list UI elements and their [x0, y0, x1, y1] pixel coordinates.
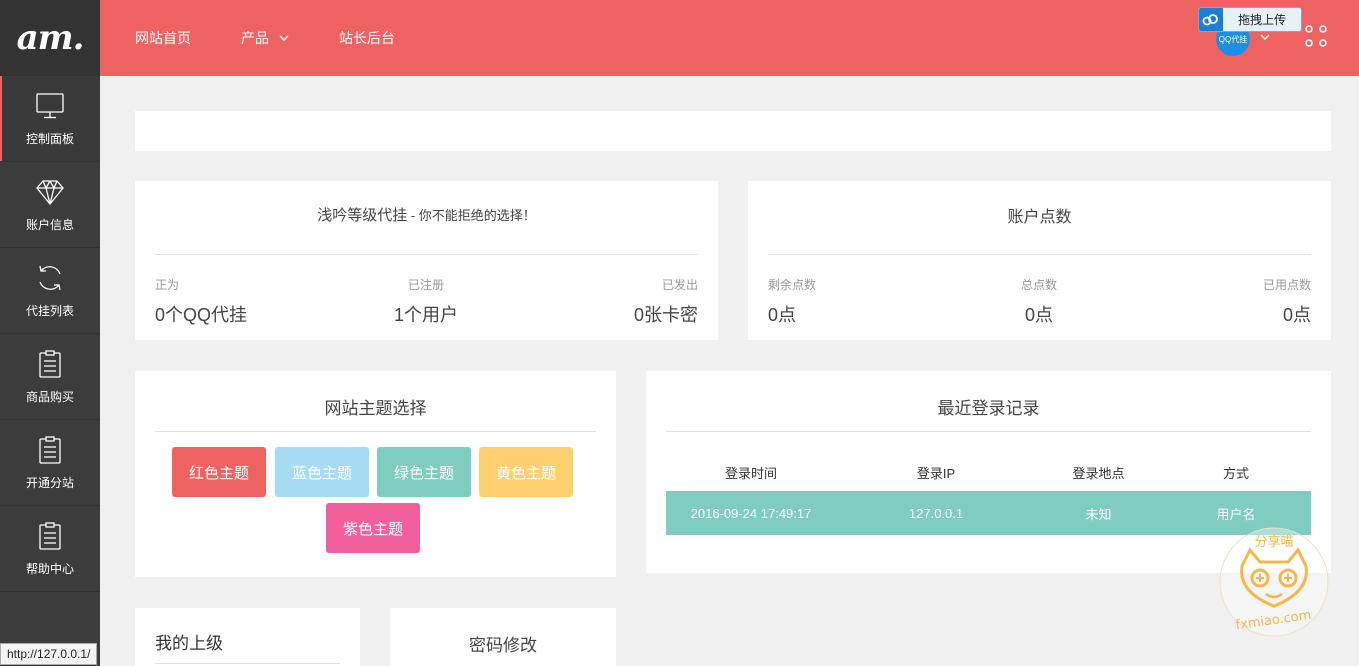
- nav-home[interactable]: 网站首页: [135, 28, 191, 48]
- sidebar-item-label: 帮助中心: [25, 562, 74, 576]
- theme-red-button[interactable]: 红色主题: [172, 447, 266, 497]
- refresh-icon: [39, 265, 61, 291]
- theme-blue-button[interactable]: 蓝色主题: [275, 447, 369, 497]
- superior-card: 我的上级: [135, 608, 360, 666]
- sidebar-item-label: 控制面板: [25, 132, 74, 146]
- nav-products[interactable]: 产品: [241, 28, 289, 48]
- divider: [155, 663, 340, 664]
- login-card-title: 最近登录记录: [937, 399, 1040, 418]
- sidebar-item-dashboard[interactable]: 控制面板: [0, 76, 100, 162]
- drag-upload-button[interactable]: 拖拽上传: [1198, 7, 1302, 32]
- watermark-top-text: 分享喵: [1254, 534, 1293, 550]
- diamond-icon: [36, 180, 64, 206]
- cloud-icon: [1199, 8, 1223, 31]
- theme-purple-button[interactable]: 紫色主题: [326, 503, 420, 553]
- notice-card: [135, 111, 1331, 151]
- stat-remaining-points: 剩余点数 0点: [768, 278, 817, 325]
- status-bar-url: http://127.0.0.1/: [0, 643, 98, 665]
- sidebar-item-label: 开通分站: [25, 476, 74, 490]
- column-header: 登录时间: [724, 465, 777, 481]
- stat-registered-users: 已注册 1个用户: [393, 278, 458, 325]
- column-header: 登录地点: [1072, 465, 1125, 481]
- site-card-title: 浅吟等级代挂 - 你不能拒绝的选择！: [317, 207, 536, 224]
- stat-total-points: 总点数 0点: [1020, 278, 1057, 325]
- top-nav: 网站首页 产品 站长后台: [135, 0, 445, 76]
- sidebar-item-help[interactable]: 帮助中心: [0, 506, 100, 592]
- theme-card-title: 网站主题选择: [324, 399, 427, 418]
- sidebar-item-label: 商品购买: [25, 390, 74, 404]
- theme-yellow-button[interactable]: 黄色主题: [479, 447, 573, 497]
- divider: [155, 254, 698, 255]
- top-header: 网站首页 产品 站长后台 QQ代挂 拖拽上传: [100, 0, 1359, 76]
- table-cell: 2016-09-24 17:49:17: [666, 491, 836, 535]
- table-cell: 127.0.0.1: [836, 491, 1036, 535]
- sidebar: am. 控制面板 账户信息 代挂列表 商品购买 开通分站 帮助中心: [0, 0, 100, 666]
- chevron-down-icon: [279, 35, 289, 41]
- password-card-title: 密码修改: [469, 636, 537, 655]
- password-card: 密码修改: [390, 608, 616, 666]
- logo[interactable]: am.: [0, 0, 100, 76]
- apps-grid-icon[interactable]: [1304, 24, 1328, 48]
- cat-watermark-icon: 分享喵 fxmiao.com: [1219, 527, 1329, 637]
- divider: [155, 431, 596, 432]
- theme-card: 网站主题选择 红色主题 蓝色主题 绿色主题 黄色主题 紫色主题: [135, 371, 616, 577]
- points-card: 账户点数 剩余点数 0点 总点数 0点 已用点数 0点: [748, 181, 1331, 340]
- monitor-icon: [36, 93, 64, 119]
- divider: [768, 254, 1311, 255]
- superior-card-title: 我的上级: [155, 634, 223, 653]
- nav-admin[interactable]: 站长后台: [339, 28, 395, 48]
- chevron-down-icon[interactable]: [1260, 32, 1270, 42]
- sidebar-item-label: 代挂列表: [25, 304, 74, 318]
- sidebar-item-proxy-list[interactable]: 代挂列表: [0, 248, 100, 334]
- sidebar-item-purchase[interactable]: 商品购买: [0, 334, 100, 420]
- sidebar-item-label: 账户信息: [25, 218, 74, 232]
- table-header-row: 登录时间 登录IP 登录地点 方式: [666, 453, 1311, 491]
- stat-proxy-count: 正为 0个QQ代挂: [155, 278, 248, 325]
- clipboard-icon: [39, 522, 61, 550]
- login-table: 登录时间 登录IP 登录地点 方式 2016-09-24 17:49:17 12…: [666, 453, 1311, 535]
- divider: [666, 431, 1311, 432]
- site-stats-card: 浅吟等级代挂 - 你不能拒绝的选择！ 正为 0个QQ代挂 已注册 1个用户 已发…: [135, 181, 718, 340]
- clipboard-icon: [39, 350, 61, 378]
- sidebar-item-account[interactable]: 账户信息: [0, 162, 100, 248]
- table-row: 2016-09-24 17:49:17 127.0.0.1 未知 用户名: [666, 491, 1311, 535]
- points-card-title: 账户点数: [1007, 209, 1072, 226]
- theme-green-button[interactable]: 绿色主题: [377, 447, 471, 497]
- column-header: 登录IP: [916, 465, 956, 481]
- stat-issued-cards: 已发出 0张卡密: [633, 278, 698, 325]
- table-cell: 未知: [1036, 491, 1161, 535]
- sidebar-item-substation[interactable]: 开通分站: [0, 420, 100, 506]
- clipboard-icon: [39, 436, 61, 464]
- stat-used-points: 已用点数 0点: [1262, 278, 1311, 325]
- column-header: 方式: [1222, 465, 1249, 481]
